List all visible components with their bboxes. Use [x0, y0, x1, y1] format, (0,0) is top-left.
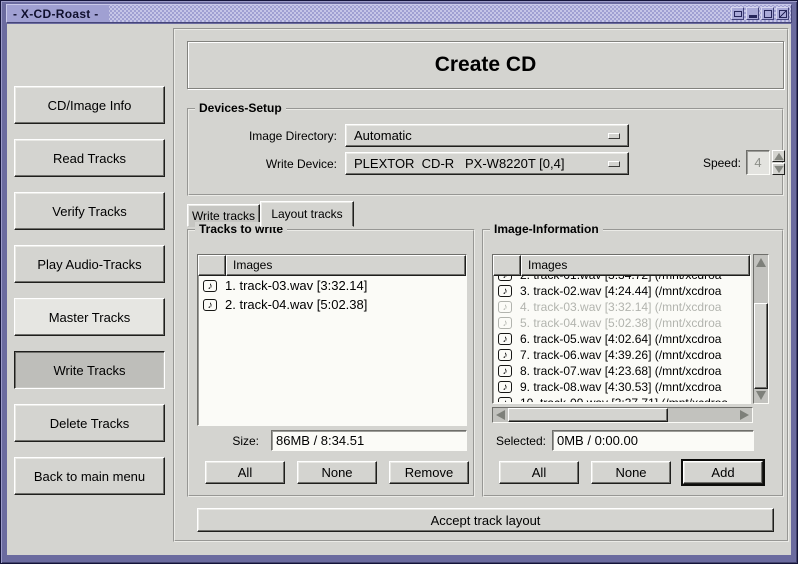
audio-track-icon: ♪	[498, 301, 512, 313]
write-device-select[interactable]: PLEXTOR CD-R PX-W8220T [0,4]	[345, 152, 629, 175]
list-body: ♪ 2. track-01.wav [3:34.72] (/mnt/xcdroa…	[493, 276, 750, 402]
audio-track-icon: ♪	[498, 365, 512, 377]
speed-stepper	[772, 150, 785, 175]
tracks-remove-button[interactable]: Remove	[389, 461, 469, 484]
spin-down-icon	[774, 165, 784, 172]
image-directory-label: Image Directory:	[189, 125, 337, 147]
track-row[interactable]: ♪ 7. track-06.wav [4:39.26] (/mnt/xcdroa	[493, 347, 750, 363]
window-shade-button[interactable]	[731, 7, 744, 20]
scroll-left-icon[interactable]	[496, 410, 505, 420]
sidebar-item-master-tracks[interactable]: Master Tracks	[14, 298, 165, 336]
audio-track-icon: ♪	[498, 333, 512, 345]
minimize-button[interactable]	[746, 7, 759, 20]
spin-up-icon	[774, 152, 784, 159]
selected-value-field[interactable]: 0MB / 0:00.00	[552, 430, 754, 451]
audio-track-icon: ♪	[498, 397, 512, 402]
speed-up-button[interactable]	[772, 150, 785, 162]
size-value-field[interactable]: 86MB / 8:34.51	[271, 430, 467, 451]
speed-down-button[interactable]	[772, 163, 785, 175]
titlebar[interactable]: - X-CD-Roast -	[6, 4, 792, 23]
tab-layout-tracks[interactable]: Layout tracks	[260, 201, 354, 227]
track-row[interactable]: ♪ 10. track-09.wav [3:37.71] (/mnt/xcdro…	[493, 395, 750, 402]
audio-track-icon: ♪	[203, 299, 217, 311]
sidebar-item-read-tracks[interactable]: Read Tracks	[14, 139, 165, 177]
vertical-scrollbar-thumb[interactable]	[754, 303, 768, 389]
speed-label: Speed:	[649, 152, 741, 174]
shade-icon	[734, 11, 742, 17]
image-information-legend: Image-Information	[490, 222, 603, 236]
selected-label: Selected:	[484, 430, 546, 452]
track-row[interactable]: ♪ 6. track-05.wav [4:02.64] (/mnt/xcdroa	[493, 331, 750, 347]
list-header: Images	[198, 255, 466, 276]
sidebar-item-verify-tracks[interactable]: Verify Tracks	[14, 192, 165, 230]
vertical-scrollbar[interactable]	[753, 254, 769, 404]
track-row[interactable]: ♪ 3. track-02.wav [4:24.44] (/mnt/xcdroa	[493, 283, 750, 299]
close-icon	[779, 10, 787, 18]
tracks-to-write-frame: Tracks to write Images ♪ 1. track-03.wav…	[187, 229, 475, 497]
page-title-box: Create CD	[187, 41, 784, 89]
track-row[interactable]: ♪ 4. track-03.wav [3:32.14] (/mnt/xcdroa	[493, 299, 750, 315]
list-body: ♪ 1. track-03.wav [3:32.14] ♪ 2. track-0…	[198, 276, 466, 423]
scroll-down-icon[interactable]	[756, 391, 766, 400]
speed-input[interactable]: 4	[746, 150, 770, 175]
sidebar-item-write-tracks[interactable]: Write Tracks	[14, 351, 165, 389]
list-header: Images	[493, 255, 750, 276]
page-title: Create CD	[435, 53, 537, 77]
images-column-header[interactable]: Images	[226, 255, 466, 276]
icon-column-header[interactable]	[493, 255, 521, 276]
sidebar-item-play-audio-tracks[interactable]: Play Audio-Tracks	[14, 245, 165, 283]
size-label: Size:	[197, 430, 259, 452]
icon-column-header[interactable]	[198, 255, 226, 276]
accept-track-layout-button[interactable]: Accept track layout	[197, 508, 774, 532]
sidebar-item-back-to-main-menu[interactable]: Back to main menu	[14, 457, 165, 495]
audio-track-icon: ♪	[498, 349, 512, 361]
images-column-header[interactable]: Images	[521, 255, 750, 276]
track-row[interactable]: ♪ 8. track-07.wav [4:23.68] (/mnt/xcdroa	[493, 363, 750, 379]
images-add-button[interactable]: Add	[683, 461, 763, 484]
horizontal-scrollbar-thumb[interactable]	[508, 408, 668, 422]
track-row[interactable]: ♪ 2. track-01.wav [3:34.72] (/mnt/xcdroa	[493, 276, 750, 283]
sidebar-item-delete-tracks[interactable]: Delete Tracks	[14, 404, 165, 442]
horizontal-scrollbar[interactable]	[492, 407, 753, 423]
write-device-value: PLEXTOR CD-R PX-W8220T [0,4]	[354, 156, 564, 171]
scroll-up-icon[interactable]	[756, 258, 766, 267]
devices-setup-frame: Devices-Setup Image Directory: Automatic…	[187, 108, 784, 196]
audio-track-icon: ♪	[498, 317, 512, 329]
window-title: - X-CD-Roast -	[7, 5, 109, 22]
maximize-button[interactable]	[761, 7, 774, 20]
window-content: CD/Image Info Read Tracks Verify Tracks …	[7, 24, 791, 555]
images-none-button[interactable]: None	[591, 461, 671, 484]
maximize-icon	[764, 10, 772, 18]
window-controls	[731, 7, 791, 20]
minimize-icon	[749, 15, 757, 18]
audio-track-icon: ♪	[498, 285, 512, 297]
option-menu-indicator-icon	[608, 161, 620, 167]
close-button[interactable]	[776, 7, 789, 20]
option-menu-indicator-icon	[608, 133, 620, 139]
tracks-none-button[interactable]: None	[297, 461, 377, 484]
images-all-button[interactable]: All	[499, 461, 579, 484]
track-row[interactable]: ♪ 9. track-08.wav [4:30.53] (/mnt/xcdroa	[493, 379, 750, 395]
track-row[interactable]: ♪ 5. track-04.wav [5:02.38] (/mnt/xcdroa	[493, 315, 750, 331]
track-row[interactable]: ♪ 2. track-04.wav [5:02.38]	[198, 295, 466, 314]
write-device-label: Write Device:	[189, 153, 337, 175]
audio-track-icon: ♪	[498, 381, 512, 393]
image-directory-select[interactable]: Automatic	[345, 124, 629, 147]
image-information-frame: Image-Information Images ♪ 2. track-01.w…	[482, 229, 784, 497]
tracks-all-button[interactable]: All	[205, 461, 285, 484]
track-row[interactable]: ♪ 1. track-03.wav [3:32.14]	[198, 276, 466, 295]
audio-track-icon: ♪	[203, 280, 217, 292]
tracks-to-write-list: Images ♪ 1. track-03.wav [3:32.14] ♪ 2. …	[197, 254, 467, 426]
scroll-right-icon[interactable]	[740, 410, 749, 420]
sidebar-item-cd-image-info[interactable]: CD/Image Info	[14, 86, 165, 124]
audio-track-icon: ♪	[498, 276, 512, 281]
image-directory-value: Automatic	[354, 128, 412, 143]
app-window: - X-CD-Roast - CD/Image Info Read Tracks…	[0, 0, 798, 564]
devices-setup-legend: Devices-Setup	[195, 101, 286, 115]
image-information-list: Images ♪ 2. track-01.wav [3:34.72] (/mnt…	[492, 254, 751, 404]
